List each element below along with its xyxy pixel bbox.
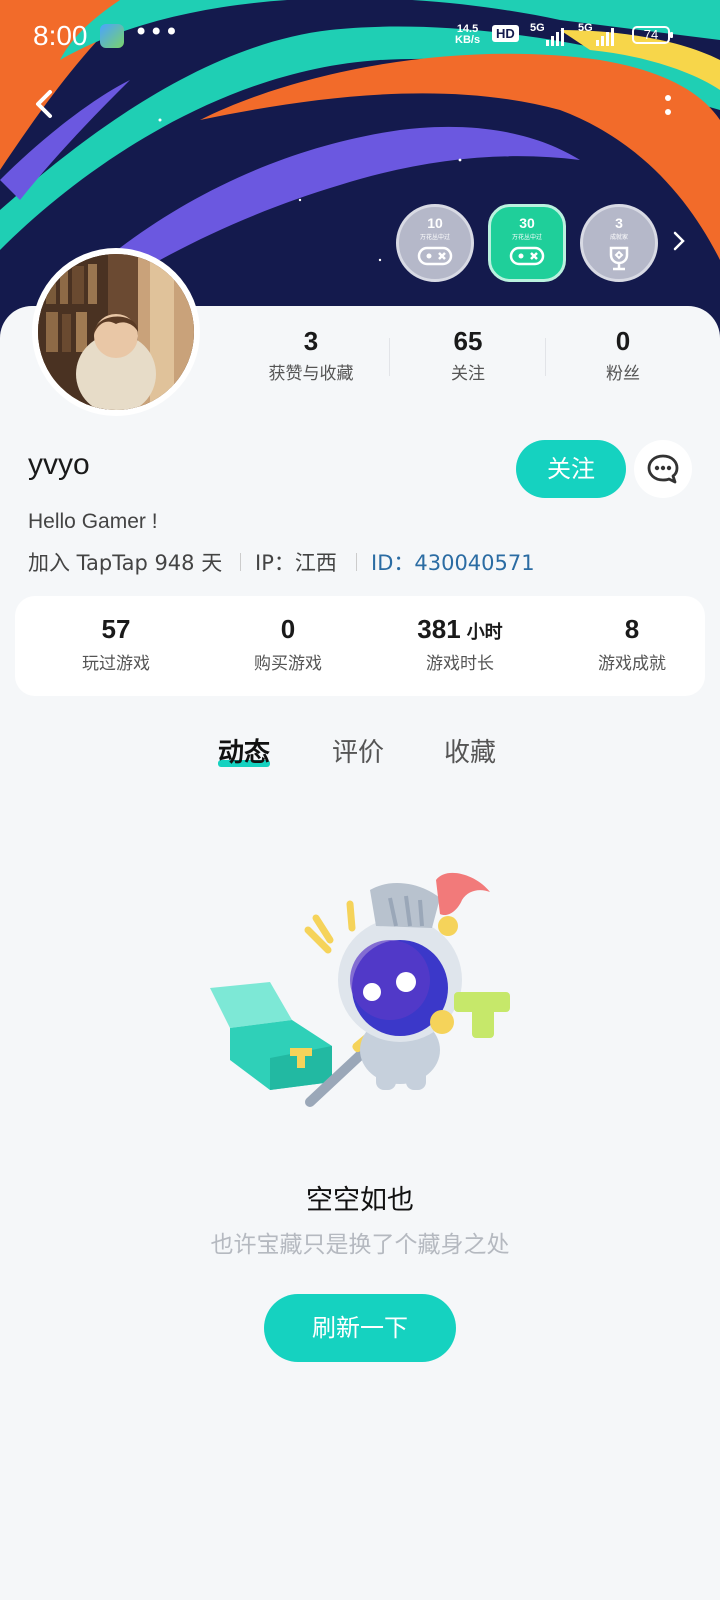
sim1-label: 5G xyxy=(530,22,545,34)
more-options-icon[interactable] xyxy=(660,92,676,122)
sim2-label: 5G xyxy=(578,22,593,34)
network-speed: 14.5 KB/s xyxy=(455,23,481,46)
empty-illustration xyxy=(210,872,510,1107)
avatar[interactable] xyxy=(38,254,194,410)
ip-location: IP：江西 xyxy=(255,551,337,575)
empty-title: 空空如也 xyxy=(306,1185,414,1216)
stat-achievements[interactable]: 8 游戏成就 xyxy=(557,614,707,674)
divider xyxy=(356,553,357,571)
gamepad-icon xyxy=(417,246,453,266)
tab-favorites[interactable]: 收藏 xyxy=(444,732,496,769)
tab-reviews[interactable]: 评价 xyxy=(332,732,384,769)
stat-games-played[interactable]: 57 玩过游戏 xyxy=(41,614,191,674)
divider xyxy=(389,338,390,376)
stat-followers[interactable]: 0 粉丝 xyxy=(558,326,688,384)
stat-likes[interactable]: 3 获赞与收藏 xyxy=(246,326,376,384)
tab-posts[interactable]: 动态 xyxy=(218,732,270,769)
stat-games-purchased[interactable]: 0 购买游戏 xyxy=(213,614,363,674)
message-button[interactable] xyxy=(634,440,692,498)
status-bar: 8:00 ••• 14.5 KB/s HD 5G 5G 74 xyxy=(0,0,720,70)
stat-following[interactable]: 65 关注 xyxy=(403,326,533,384)
divider xyxy=(240,553,241,571)
badge-item[interactable]: 10 万花丛中过 xyxy=(396,204,474,282)
bio: Hello Gamer ! xyxy=(28,510,158,533)
user-id[interactable]: ID：430040571 xyxy=(371,547,535,577)
more-notifications-icon: ••• xyxy=(134,18,180,46)
trophy-icon xyxy=(609,246,629,271)
avatar-image xyxy=(38,254,194,410)
chat-bubble-icon xyxy=(647,454,679,484)
refresh-button[interactable]: 刷新一下 xyxy=(264,1294,456,1362)
hd-icon: HD xyxy=(492,25,519,42)
gallery-app-icon xyxy=(100,24,124,48)
chevron-right-icon[interactable] xyxy=(672,230,686,252)
badge-item[interactable]: 3 成就家 xyxy=(580,204,658,282)
battery-icon: 74 xyxy=(632,26,673,44)
signal-icon xyxy=(596,26,614,46)
divider xyxy=(545,338,546,376)
game-stats-card: 57 玩过游戏 0 购买游戏 381 小时 游戏时长 8 游戏成就 xyxy=(15,596,705,696)
gamepad-icon xyxy=(509,246,545,266)
follow-button[interactable]: 关注 xyxy=(516,440,626,498)
empty-subtitle: 也许宝藏只是换了个藏身之处 xyxy=(210,1232,510,1258)
join-duration: 加入 TapTap 948 天 xyxy=(28,551,223,575)
stat-play-time[interactable]: 381 小时 游戏时长 xyxy=(385,614,535,674)
back-arrow-icon[interactable] xyxy=(28,86,64,122)
signal-icon xyxy=(546,26,564,46)
badge-item[interactable]: 30 万花丛中过 xyxy=(488,204,566,282)
username: yvyo xyxy=(28,448,90,481)
status-time: 8:00 xyxy=(33,20,88,51)
